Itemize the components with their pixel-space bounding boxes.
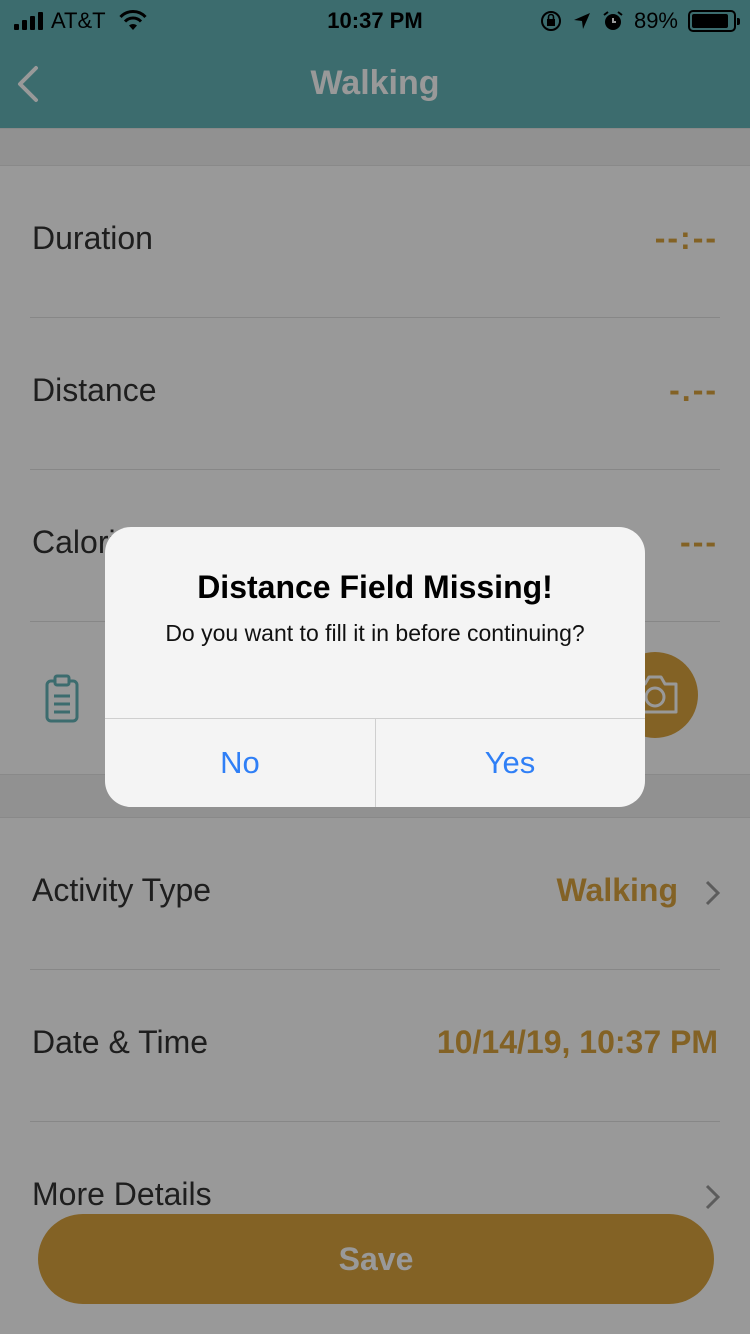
yes-button[interactable]: Yes	[375, 719, 645, 807]
no-button[interactable]: No	[105, 719, 375, 807]
alert-dialog: Distance Field Missing! Do you want to f…	[105, 527, 645, 807]
alert-title: Distance Field Missing!	[197, 569, 553, 605]
alert-message: Do you want to fill it in before continu…	[165, 620, 585, 646]
